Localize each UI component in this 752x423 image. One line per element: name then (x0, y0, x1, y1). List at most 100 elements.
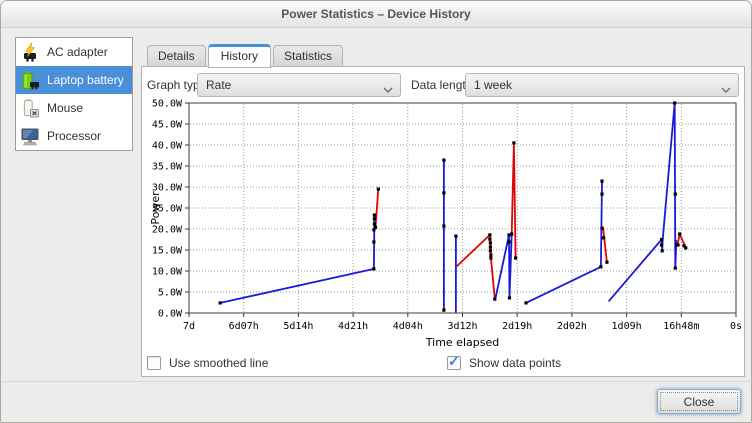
data-point (373, 222, 376, 225)
sidebar-item-ac-adapter[interactable]: AC adapter (16, 38, 132, 66)
mouse-battery-icon (20, 98, 40, 118)
use-smoothed-row: ✓ Use smoothed line (147, 356, 268, 370)
chevron-down-icon (721, 83, 731, 97)
data-point (674, 193, 677, 196)
data-point (374, 226, 377, 229)
sidebar-item-label: Processor (47, 129, 101, 143)
x-tick-label: 2d19h (502, 321, 532, 332)
data-point (507, 240, 510, 243)
data-point (454, 235, 457, 238)
x-tick-label: 7d (183, 321, 195, 332)
data-length-dropdown[interactable]: 1 week (465, 73, 739, 97)
y-tick-label: 45.0W (152, 120, 183, 131)
device-list: AC adapter Laptop battery Mouse Processor (15, 37, 133, 151)
data-point (489, 253, 492, 256)
data-point (510, 232, 513, 235)
sidebar-item-mouse[interactable]: Mouse (16, 94, 132, 122)
data-point (684, 246, 687, 249)
data-point (678, 232, 681, 235)
graph-type-value: Rate (206, 78, 231, 92)
data-point (600, 180, 603, 183)
history-chart: 0.0W5.0W10.0W15.0W20.0W25.0W30.0W35.0W40… (147, 99, 747, 349)
y-axis-title: Power (149, 191, 162, 225)
use-smoothed-label: Use smoothed line (169, 356, 268, 370)
data-point (488, 233, 491, 236)
x-tick-label: 4d21h (338, 321, 368, 332)
x-tick-label: 4d04h (393, 321, 423, 332)
data-point (599, 265, 602, 268)
data-point (512, 141, 515, 144)
data-point (661, 249, 664, 252)
data-point (489, 256, 492, 259)
show-points-label: Show data points (469, 356, 561, 370)
graph-type-dropdown[interactable]: Rate (197, 73, 401, 97)
data-point (674, 267, 677, 270)
laptop-battery-icon (20, 70, 40, 90)
close-button[interactable]: Close (657, 389, 741, 414)
tab-history[interactable]: History (208, 44, 271, 68)
sidebar-item-label: Mouse (47, 101, 83, 115)
data-point (489, 249, 492, 252)
power-statistics-window: Power Statistics – Device History AC ada… (0, 0, 752, 423)
y-tick-label: 10.0W (152, 267, 183, 278)
footer-separator (2, 381, 750, 382)
x-tick-label: 16h48m (663, 321, 699, 332)
data-point (489, 241, 492, 244)
use-smoothed-checkbox[interactable]: ✓ (147, 356, 161, 370)
data-point (442, 309, 445, 312)
sidebar-item-laptop-battery[interactable]: Laptop battery (16, 66, 132, 94)
data-point (602, 236, 605, 239)
y-tick-label: 5.0W (158, 288, 183, 299)
x-tick-label: 6d07h (229, 321, 259, 332)
window-title: Power Statistics – Device History (281, 7, 470, 21)
y-tick-label: 15.0W (152, 246, 183, 257)
data-point (524, 301, 527, 304)
data-point (600, 227, 603, 230)
data-point (373, 214, 376, 217)
data-point (372, 267, 375, 270)
data-length-value: 1 week (474, 78, 512, 92)
check-icon: ✓ (448, 353, 460, 370)
x-tick-label: 5d14h (283, 321, 313, 332)
x-tick-label: 3d12h (447, 321, 477, 332)
processor-monitor-icon (20, 126, 40, 146)
chart-svg: 0.0W5.0W10.0W15.0W20.0W25.0W30.0W35.0W40… (147, 99, 747, 349)
data-point (600, 193, 603, 196)
ac-adapter-icon (20, 42, 40, 62)
sidebar-item-label: Laptop battery (47, 73, 124, 87)
data-point (676, 243, 679, 246)
x-tick-label: 1d09h (612, 321, 642, 332)
x-tick-label: 0s (730, 321, 742, 332)
data-point (442, 159, 445, 162)
data-point (493, 298, 496, 301)
data-point (377, 188, 380, 191)
y-tick-label: 0.0W (158, 309, 183, 320)
show-points-checkbox[interactable]: ✓ (447, 356, 461, 370)
x-axis-title: Time elapsed (425, 336, 499, 349)
data-point (219, 301, 222, 304)
data-point (373, 217, 376, 220)
sidebar-item-processor[interactable]: Processor (16, 122, 132, 150)
data-point (673, 101, 676, 104)
data-point (660, 243, 663, 246)
data-point (442, 225, 445, 228)
y-tick-label: 20.0W (152, 225, 183, 236)
y-tick-label: 50.0W (152, 99, 183, 110)
y-tick-label: 40.0W (152, 141, 183, 152)
data-point (660, 238, 663, 241)
sidebar-item-label: AC adapter (47, 45, 108, 59)
show-points-row: ✓ Show data points (447, 356, 561, 370)
y-tick-label: 35.0W (152, 162, 183, 173)
tab-bar: DetailsHistoryStatistics (147, 42, 345, 67)
data-point (488, 238, 491, 241)
tab-details[interactable]: Details (147, 45, 206, 67)
data-point (489, 246, 492, 249)
data-point (514, 256, 517, 259)
data-point (508, 296, 511, 299)
data-point (372, 240, 375, 243)
x-tick-label: 2d02h (557, 321, 587, 332)
tab-statistics[interactable]: Statistics (273, 45, 343, 67)
data-point (605, 261, 608, 264)
titlebar[interactable]: Power Statistics – Device History (1, 1, 751, 28)
data-point (442, 191, 445, 194)
